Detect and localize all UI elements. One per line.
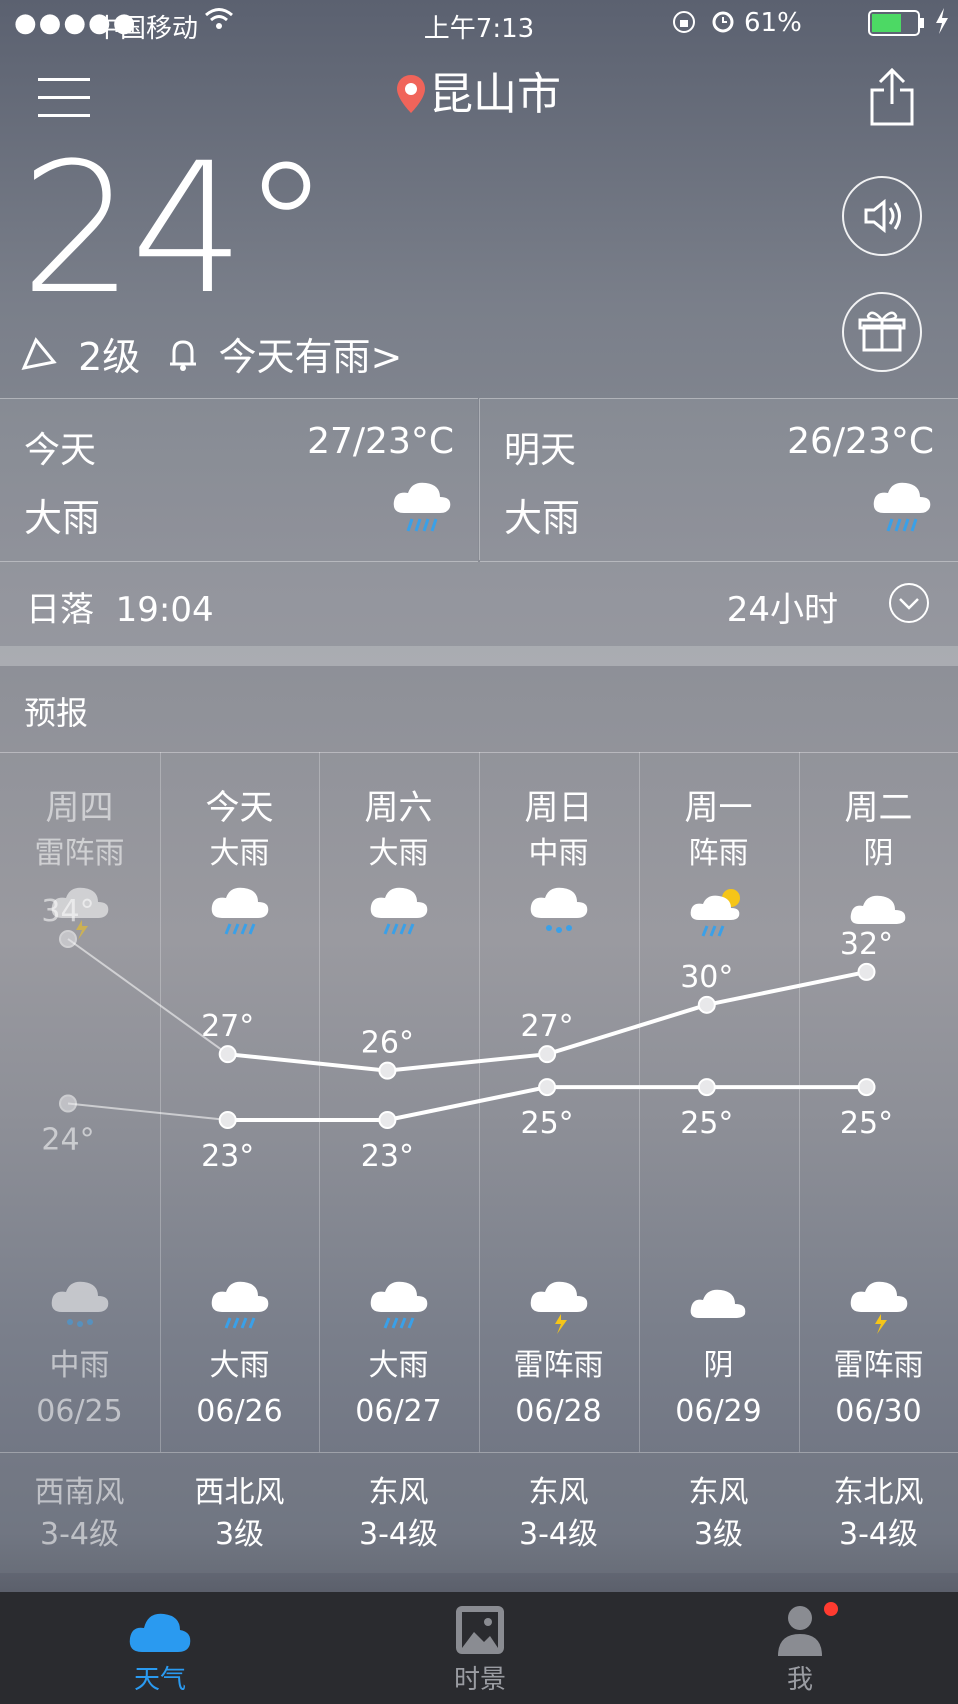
high-temp-point xyxy=(378,1061,397,1080)
high-temp-point xyxy=(538,1045,557,1064)
wind-direction: 东风 xyxy=(688,1475,749,1510)
charging-icon xyxy=(934,8,950,41)
low-temp-label: 24° xyxy=(41,1123,94,1158)
tab-label: 天气 xyxy=(133,1665,186,1695)
bell-icon xyxy=(166,336,200,381)
high-temp-label: 27° xyxy=(201,1009,254,1044)
sub-info: 2级 今天有雨> xyxy=(20,326,402,381)
wind-direction: 东风 xyxy=(528,1475,589,1510)
tab-weather[interactable]: 天气 xyxy=(80,1592,240,1704)
forecast-wind: 东风 3-4级 xyxy=(479,1472,638,1556)
temperature-chart: 34° 27° 26° 27° 30° 32° 24° 23° 23° 25° 25° 25° xyxy=(41,894,893,1174)
wind-level: 3-4级 xyxy=(519,1517,598,1552)
low-temp-point xyxy=(538,1078,557,1097)
weather-alert-link[interactable]: 今天有雨> xyxy=(218,335,402,379)
tomorrow-card[interactable]: 明天 26/23°C 大雨 xyxy=(480,398,958,562)
wind-direction: 西南风 xyxy=(34,1475,125,1510)
high-temp-point xyxy=(218,1045,237,1064)
forecast-wind: 东北风 3-4级 xyxy=(799,1472,958,1556)
sunset-label: 日落 xyxy=(26,590,94,630)
battery-icon xyxy=(868,10,928,43)
status-bar: ●●●●● 中国移动 上午7:13 61% xyxy=(0,0,958,48)
heavy-rain-icon xyxy=(390,477,454,537)
low-temp-label: 23° xyxy=(361,1139,414,1174)
high-temp-label: 30° xyxy=(680,960,733,995)
low-temp-point xyxy=(59,1094,77,1113)
low-temp-label: 25° xyxy=(840,1106,893,1141)
forecast-title: 预报 xyxy=(24,694,89,732)
high-temp-label: 26° xyxy=(361,1026,414,1061)
hourly-toggle[interactable]: 24小时 xyxy=(727,582,838,631)
forecast-wind: 西北风 3级 xyxy=(160,1472,319,1556)
high-temp-label: 27° xyxy=(521,1009,574,1044)
wind-level: 3-4级 xyxy=(359,1517,438,1552)
today-range: 27/23°C xyxy=(307,421,454,462)
wind-level: 3-4级 xyxy=(839,1517,918,1552)
today-condition: 大雨 xyxy=(24,496,101,540)
battery-percent: 61% xyxy=(744,8,802,38)
tab-me[interactable]: 我 xyxy=(720,1592,880,1704)
alarm-icon xyxy=(710,8,736,41)
card-divider xyxy=(479,398,480,560)
gift-button[interactable] xyxy=(842,292,922,372)
tomorrow-range: 26/23°C xyxy=(787,421,934,462)
low-temp-line-segment xyxy=(67,1102,228,1121)
speaker-icon xyxy=(864,198,901,234)
low-temp-point xyxy=(857,1078,876,1097)
wind-level: 3级 xyxy=(214,1517,265,1552)
today-label: 今天 xyxy=(24,430,97,471)
city-title[interactable]: 昆山市 xyxy=(0,58,958,124)
notification-badge xyxy=(824,1602,838,1616)
low-temp-point xyxy=(697,1078,716,1097)
forecast-wind: 西南风 3-4级 xyxy=(0,1472,159,1556)
tab-scenery[interactable]: 时景 xyxy=(400,1592,560,1704)
wind-level: 3级 xyxy=(693,1517,744,1552)
wind-level: 2级 xyxy=(78,335,141,379)
gift-icon xyxy=(858,311,906,352)
low-temp-label: 23° xyxy=(201,1139,254,1174)
low-temp-label: 25° xyxy=(680,1106,733,1141)
sunset-row: 日落 19:04 24小时 xyxy=(0,562,958,646)
heavy-rain-icon xyxy=(870,477,934,537)
tab-label: 时景 xyxy=(453,1665,506,1695)
rotation-lock-icon xyxy=(672,10,696,41)
chevron-down-icon[interactable] xyxy=(888,582,930,628)
high-temp-point xyxy=(697,995,716,1014)
tab-bar: 天气 时景 我 xyxy=(0,1592,958,1704)
low-temp-label: 25° xyxy=(521,1106,574,1141)
forecast-wind: 东风 3-4级 xyxy=(319,1472,478,1556)
wind-direction: 东北风 xyxy=(833,1475,924,1510)
forecast-wind: 东风 3级 xyxy=(639,1472,798,1556)
current-temperature: 24° xyxy=(20,125,331,334)
voice-broadcast-button[interactable] xyxy=(842,176,922,256)
photo-icon xyxy=(456,1606,504,1654)
alert-text: 今天有雨 xyxy=(218,335,371,379)
tomorrow-label: 明天 xyxy=(504,430,577,471)
share-icon[interactable] xyxy=(868,67,916,130)
low-temp-point xyxy=(218,1111,237,1129)
user-icon xyxy=(778,1606,822,1656)
wind-level: 3-4级 xyxy=(40,1517,119,1552)
sunset-time: 19:04 xyxy=(115,590,214,630)
high-temp-label: 32° xyxy=(840,927,893,962)
wind-direction: 西北风 xyxy=(194,1475,285,1510)
high-temp-point xyxy=(857,962,876,981)
high-temp-label: 34° xyxy=(41,894,94,929)
high-temp-point xyxy=(59,930,77,948)
section-divider xyxy=(0,646,958,666)
location-pin-icon xyxy=(397,73,425,124)
status-time: 上午7:13 xyxy=(423,14,535,44)
alert-arrow: > xyxy=(370,335,403,379)
today-card[interactable]: 今天 27/23°C 大雨 xyxy=(0,398,478,562)
wind-direction: 东风 xyxy=(368,1475,429,1510)
tomorrow-condition: 大雨 xyxy=(504,496,581,540)
cloud-icon xyxy=(129,1613,191,1652)
tab-label: 我 xyxy=(786,1665,813,1695)
wind-flag-icon xyxy=(20,336,58,381)
low-temp-point xyxy=(378,1111,397,1129)
city-name: 昆山市 xyxy=(429,69,561,120)
